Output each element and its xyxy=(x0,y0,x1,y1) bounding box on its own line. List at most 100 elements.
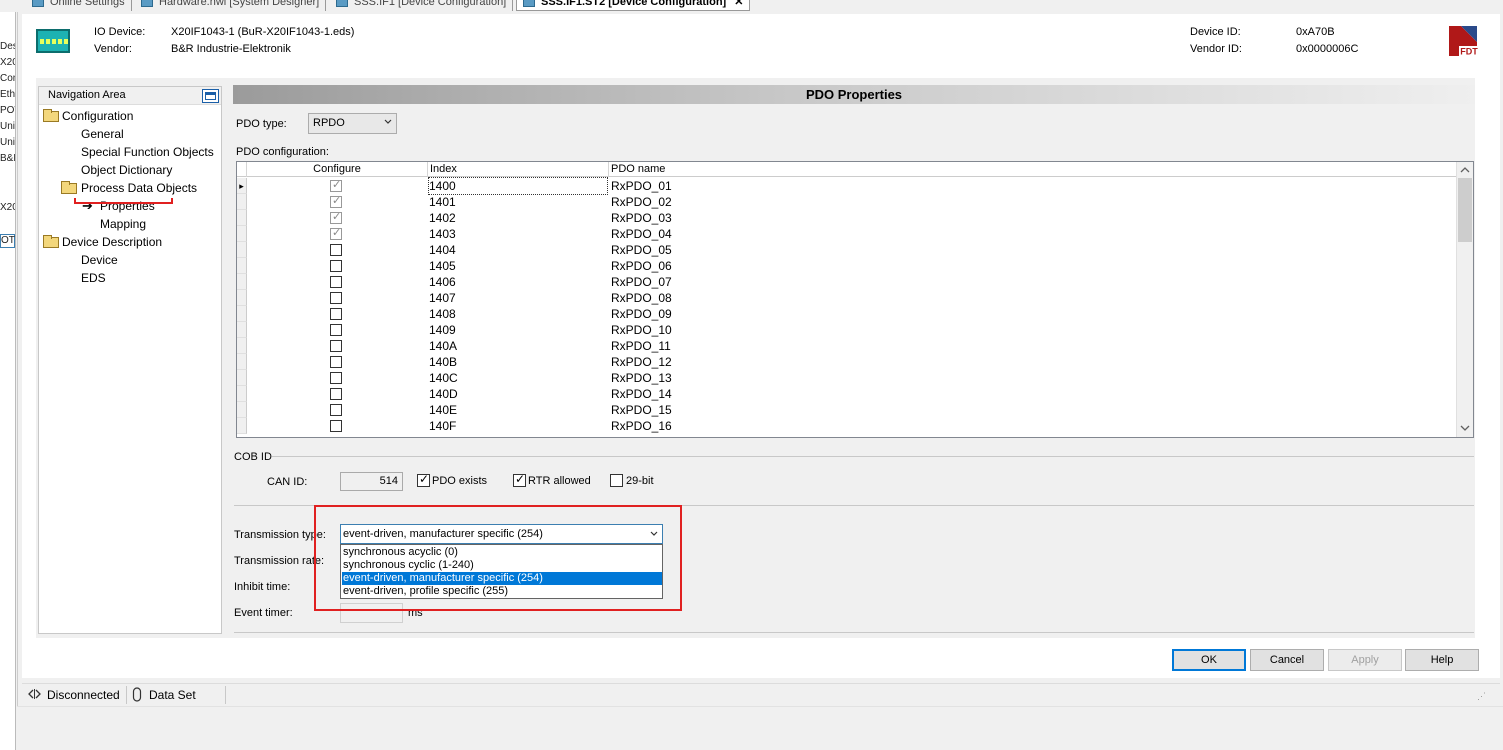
table-row[interactable]: 1403 RxPDO_04 xyxy=(237,226,1457,242)
configure-checkbox[interactable] xyxy=(330,404,342,416)
row-selector[interactable] xyxy=(237,210,247,226)
table-row[interactable]: 140E RxPDO_15 xyxy=(237,402,1457,418)
can-id-field[interactable]: 514 xyxy=(340,472,403,491)
row-selector[interactable]: ▸ xyxy=(237,178,247,194)
tab-sss-if1-st2[interactable]: SSS.IF1.ST2 [Device Configuration] ✕ xyxy=(516,0,751,11)
row-selector[interactable] xyxy=(237,322,247,338)
nav-item-mapping[interactable]: Mapping xyxy=(100,217,146,231)
table-row[interactable]: 140F RxPDO_16 xyxy=(237,418,1457,434)
resize-grip-icon[interactable]: ⋰ xyxy=(1477,691,1486,702)
29-bit-checkbox[interactable] xyxy=(610,474,623,487)
row-selector[interactable] xyxy=(237,370,247,386)
close-icon[interactable]: ✕ xyxy=(734,0,743,8)
nav-item-process-data-objects[interactable]: Process Data Objects xyxy=(81,181,197,195)
apply-button[interactable]: Apply xyxy=(1328,649,1402,671)
column-header-index[interactable]: Index xyxy=(428,162,609,177)
row-selector[interactable] xyxy=(237,242,247,258)
table-row[interactable]: 1408 RxPDO_09 xyxy=(237,306,1457,322)
tree-item[interactable]: Univ xyxy=(0,137,15,149)
configure-checkbox[interactable] xyxy=(330,356,342,368)
tab-hardware[interactable]: Hardware.hwl [System Designer] xyxy=(135,0,327,11)
tree-item-selected[interactable]: OT xyxy=(0,234,15,248)
table-row[interactable]: 140D RxPDO_14 xyxy=(237,386,1457,402)
table-row[interactable]: 1409 RxPDO_10 xyxy=(237,322,1457,338)
tree-item[interactable]: Ethe xyxy=(0,89,15,101)
tree-item[interactable]: POW xyxy=(0,105,15,117)
table-row[interactable]: 1402 RxPDO_03 xyxy=(237,210,1457,226)
row-selector[interactable] xyxy=(237,354,247,370)
tree-item[interactable]: X20 xyxy=(0,202,15,214)
cancel-button[interactable]: Cancel xyxy=(1250,649,1324,671)
table-row[interactable]: 1401 RxPDO_02 xyxy=(237,194,1457,210)
configure-checkbox[interactable] xyxy=(330,292,342,304)
help-button[interactable]: Help xyxy=(1405,649,1479,671)
configure-checkbox[interactable] xyxy=(330,340,342,352)
configure-checkbox[interactable] xyxy=(330,226,342,240)
row-selector[interactable] xyxy=(237,338,247,354)
row-selector[interactable] xyxy=(237,418,247,434)
configure-checkbox[interactable] xyxy=(330,194,342,208)
nav-item-configuration[interactable]: Configuration xyxy=(62,109,133,123)
row-selector[interactable] xyxy=(237,274,247,290)
ok-button[interactable]: OK xyxy=(1172,649,1246,671)
tree-item[interactable]: B&F xyxy=(0,153,15,165)
nav-item-eds[interactable]: EDS xyxy=(81,271,106,285)
configure-checkbox[interactable] xyxy=(330,178,342,192)
configure-checkbox[interactable] xyxy=(330,420,342,432)
row-selector-header xyxy=(237,162,247,177)
scroll-up-icon[interactable] xyxy=(1460,166,1470,174)
row-selector[interactable] xyxy=(237,258,247,274)
tab-label: Hardware.hwl [System Designer] xyxy=(159,0,320,8)
tree-item[interactable]: Des xyxy=(0,41,15,53)
pdo-index-cell: 140A xyxy=(429,339,458,353)
configure-checkbox[interactable] xyxy=(330,244,342,256)
scroll-down-icon[interactable] xyxy=(1460,424,1470,432)
rtr-allowed-checkbox[interactable] xyxy=(513,472,526,487)
table-row[interactable]: 1405 RxPDO_06 xyxy=(237,258,1457,274)
table-row[interactable]: 140A RxPDO_11 xyxy=(237,338,1457,354)
configure-checkbox[interactable] xyxy=(330,308,342,320)
row-selector[interactable] xyxy=(237,306,247,322)
row-selector[interactable] xyxy=(237,386,247,402)
configure-checkbox[interactable] xyxy=(330,210,342,224)
table-row[interactable]: 1407 RxPDO_08 xyxy=(237,290,1457,306)
pdo-name-cell: RxPDO_02 xyxy=(611,195,672,209)
configure-checkbox[interactable] xyxy=(330,388,342,400)
nav-item-general[interactable]: General xyxy=(81,127,124,141)
pdo-exists-checkbox[interactable] xyxy=(417,472,430,487)
tab-sss-if1[interactable]: SSS.IF1 [Device Configuration] xyxy=(330,0,514,11)
table-row[interactable]: 140C RxPDO_13 xyxy=(237,370,1457,386)
vertical-scrollbar[interactable] xyxy=(1456,162,1473,437)
transmission-rate-label: Transmission rate: xyxy=(234,555,325,567)
pdo-index-cell: 1404 xyxy=(429,243,456,257)
table-row[interactable]: ▸ 1400RxPDO_01 xyxy=(237,177,1457,195)
table-row[interactable]: 140B RxPDO_12 xyxy=(237,354,1457,370)
nav-item-special-function-objects[interactable]: Special Function Objects xyxy=(81,145,214,159)
tab-online-settings[interactable]: Online Settings xyxy=(26,0,132,11)
tree-item[interactable]: X20 xyxy=(0,57,15,69)
pdo-type-select[interactable]: RPDO xyxy=(308,113,397,134)
row-selector[interactable] xyxy=(237,194,247,210)
configure-checkbox[interactable] xyxy=(330,276,342,288)
column-header-configure[interactable]: Configure xyxy=(247,162,428,177)
scrollbar-thumb[interactable] xyxy=(1458,178,1472,242)
nav-item-device-description[interactable]: Device Description xyxy=(62,235,162,249)
configure-checkbox[interactable] xyxy=(330,324,342,336)
column-header-pdo-name[interactable]: PDO name xyxy=(609,162,1457,177)
row-selector[interactable] xyxy=(237,402,247,418)
nav-item-device[interactable]: Device xyxy=(81,253,118,267)
navigation-toggle-icon[interactable] xyxy=(202,89,219,103)
table-row[interactable]: 1406 RxPDO_07 xyxy=(237,274,1457,290)
tree-item[interactable]: Univ xyxy=(0,121,15,133)
configure-checkbox[interactable] xyxy=(330,260,342,272)
tree-item[interactable]: Com xyxy=(0,73,15,85)
nav-item-object-dictionary[interactable]: Object Dictionary xyxy=(81,163,172,177)
row-selector[interactable] xyxy=(237,290,247,306)
row-selector[interactable] xyxy=(237,226,247,242)
disconnected-icon xyxy=(28,689,41,699)
table-row[interactable]: 1404 RxPDO_05 xyxy=(237,242,1457,258)
pdo-index-cell: 140D xyxy=(429,387,458,401)
configure-checkbox[interactable] xyxy=(330,372,342,384)
transmission-type-label: Transmission type: xyxy=(234,529,326,541)
pdo-index-cell: 1409 xyxy=(429,323,456,337)
